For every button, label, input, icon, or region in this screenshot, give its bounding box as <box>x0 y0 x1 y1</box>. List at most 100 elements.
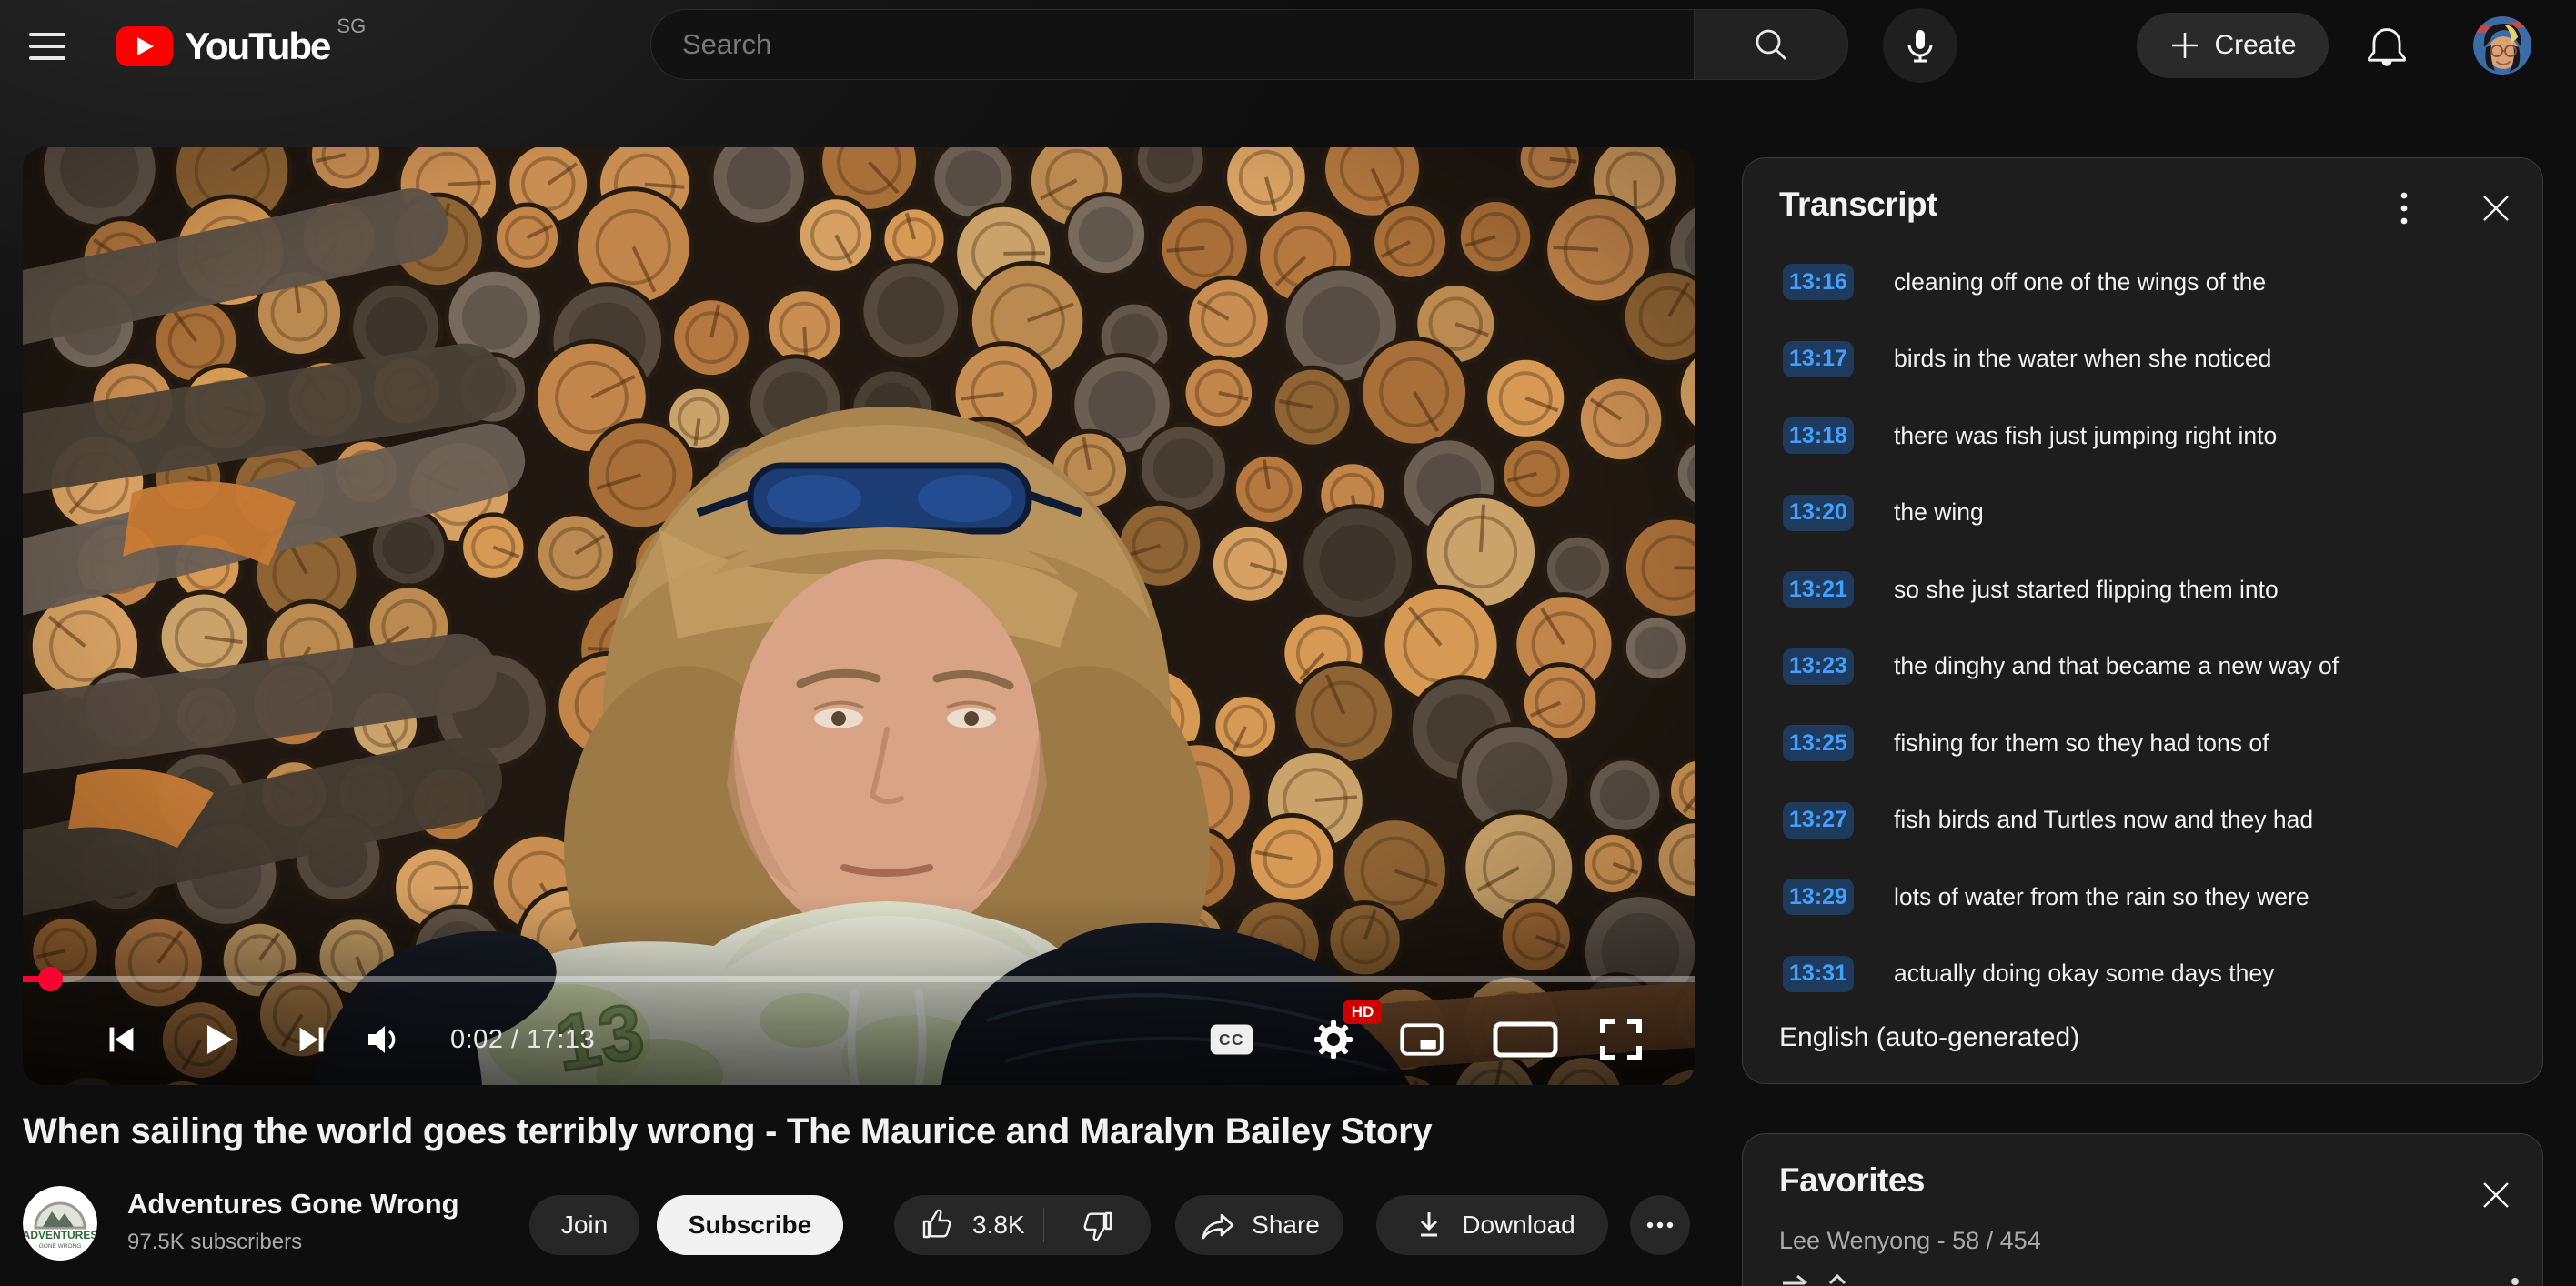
voice-search-button[interactable] <box>1883 8 1957 83</box>
transcript-line[interactable]: 13:16 cleaning off one of the wings of t… <box>1743 244 2542 321</box>
next-button[interactable] <box>290 1018 334 1061</box>
transcript-title: Transcript <box>1779 186 1937 224</box>
like-button[interactable]: 3.8K <box>894 1205 1025 1245</box>
share-button[interactable]: Share <box>1175 1195 1343 1255</box>
download-icon <box>1409 1205 1449 1245</box>
favorites-close-button[interactable] <box>2476 1175 2516 1215</box>
save-arrow-icon <box>1779 1271 1888 1286</box>
bell-icon <box>2363 23 2410 70</box>
favorites-cutoff-icons <box>1779 1271 1961 1286</box>
captions-button[interactable]: CC <box>1210 1018 1253 1061</box>
transcript-text: actually doing okay some days they <box>1894 959 2274 988</box>
youtube-watch-page: YouTube SG Create <box>0 0 2576 1286</box>
transcript-menu-button[interactable] <box>2386 188 2422 228</box>
fullscreen-button[interactable] <box>1595 1018 1646 1061</box>
transcript-language[interactable]: English (auto-generated) <box>1779 1022 2079 1053</box>
miniplayer-button[interactable] <box>1400 1018 1444 1061</box>
transcript-timestamp[interactable]: 13:29 <box>1783 879 1854 915</box>
notifications-button[interactable] <box>2363 23 2410 70</box>
time-display: 0:02 / 17:13 <box>450 1018 595 1061</box>
kebab-icon <box>2399 188 2410 228</box>
skip-next-icon <box>291 1019 333 1060</box>
skip-previous-icon <box>100 1019 142 1060</box>
plus-icon <box>2168 29 2201 62</box>
region-label: SG <box>337 15 366 38</box>
channel-name[interactable]: Adventures Gone Wrong <box>127 1188 459 1221</box>
controls-gradient <box>23 894 1695 1085</box>
transcript-line[interactable]: 13:29 lots of water from the rain so the… <box>1743 859 2542 936</box>
svg-text:ADVENTURES: ADVENTURES <box>23 1229 97 1241</box>
volume-icon <box>361 1018 405 1061</box>
transcript-text: the dinghy and that became a new way of <box>1894 652 2339 680</box>
video-title: When sailing the world goes terribly wro… <box>23 1111 1695 1152</box>
top-bar: YouTube SG Create <box>0 0 2576 92</box>
transcript-text: so she just started flipping them into <box>1894 576 2279 604</box>
transcript-timestamp[interactable]: 13:31 <box>1783 956 1854 992</box>
theater-icon <box>1493 1018 1558 1061</box>
transcript-line[interactable]: 13:21 so she just started flipping them … <box>1743 551 2542 628</box>
favorites-title: Favorites <box>1779 1161 1925 1200</box>
account-avatar[interactable] <box>2473 16 2531 75</box>
download-label: Download <box>1462 1211 1575 1240</box>
join-button[interactable]: Join <box>529 1195 639 1255</box>
dislike-button[interactable] <box>1044 1205 1151 1245</box>
menu-icon[interactable] <box>24 25 71 67</box>
share-label: Share <box>1252 1211 1320 1240</box>
transcript-timestamp[interactable]: 13:27 <box>1783 802 1854 839</box>
mic-icon <box>1898 24 1942 67</box>
fullscreen-icon <box>1595 1014 1646 1065</box>
transcript-line[interactable]: 13:27 fish birds and Turtles now and the… <box>1743 782 2542 859</box>
play-icon <box>196 1018 239 1061</box>
close-icon <box>2480 192 2512 225</box>
progress-bar[interactable] <box>23 976 1695 982</box>
transcript-timestamp[interactable]: 13:21 <box>1783 571 1854 608</box>
download-button[interactable]: Download <box>1376 1195 1608 1255</box>
search-input[interactable] <box>650 9 1694 80</box>
more-actions-button[interactable] <box>1630 1195 1690 1255</box>
play-button[interactable] <box>196 1018 239 1061</box>
previous-button[interactable] <box>99 1018 143 1061</box>
youtube-play-icon <box>116 26 173 66</box>
create-button[interactable]: Create <box>2137 13 2329 78</box>
close-icon <box>2480 1179 2512 1211</box>
transcript-timestamp[interactable]: 13:25 <box>1783 725 1854 761</box>
search-icon <box>1749 23 1793 66</box>
transcript-timestamp[interactable]: 13:20 <box>1783 495 1854 531</box>
like-dislike-group: 3.8K <box>894 1195 1151 1255</box>
transcript-timestamp[interactable]: 13:18 <box>1783 417 1854 454</box>
miniplayer-icon <box>1400 1018 1444 1061</box>
channel-avatar[interactable]: ADVENTURES · GONE WRONG · <box>23 1186 97 1261</box>
transcript-panel: Transcript 13:16 cleaning off one of the… <box>1742 157 2543 1084</box>
subscribe-button[interactable]: Subscribe <box>657 1195 843 1255</box>
thumbs-down-icon <box>1077 1205 1117 1245</box>
transcript-line[interactable]: 13:23 the dinghy and that became a new w… <box>1743 628 2542 706</box>
youtube-logo[interactable]: YouTube SG <box>116 25 366 67</box>
favorites-playlist-info: Lee Wenyong - 58 / 454 <box>1779 1227 2041 1255</box>
transcript-text: birds in the water when she noticed <box>1894 345 2271 373</box>
transcript-line[interactable]: 13:31 actually doing okay some days they <box>1743 936 2542 1013</box>
transcript-line[interactable]: 13:20 the wing <box>1743 475 2542 552</box>
volume-button[interactable] <box>361 1018 405 1061</box>
transcript-timestamp[interactable]: 13:23 <box>1783 648 1854 685</box>
svg-text:· GONE WRONG ·: · GONE WRONG · <box>35 1243 86 1250</box>
theater-mode-button[interactable] <box>1493 1018 1558 1061</box>
thumbs-up-icon <box>918 1205 958 1245</box>
transcript-text: fishing for them so they had tons of <box>1894 729 2269 758</box>
transcript-line[interactable]: 13:18 there was fish just jumping right … <box>1743 397 2542 475</box>
create-label: Create <box>2214 30 2296 61</box>
transcript-close-button[interactable] <box>2476 188 2516 228</box>
favorites-cutoff-dot <box>2511 1278 2519 1285</box>
transcript-line[interactable]: 13:17 birds in the water when she notice… <box>1743 321 2542 398</box>
transcript-timestamp[interactable]: 13:16 <box>1783 264 1854 300</box>
like-count: 3.8K <box>972 1211 1025 1240</box>
transcript-line[interactable]: 13:25 fishing for them so they had tons … <box>1743 705 2542 782</box>
search-button[interactable] <box>1694 9 1848 80</box>
subscriber-count: 97.5K subscribers <box>127 1230 302 1255</box>
transcript-timestamp[interactable]: 13:17 <box>1783 341 1854 377</box>
share-icon <box>1199 1205 1239 1245</box>
settings-button[interactable] <box>1312 1018 1355 1061</box>
transcript-text: fish birds and Turtles now and they had <box>1894 806 2313 834</box>
progress-scrubber[interactable] <box>38 967 63 991</box>
more-icon <box>1644 1209 1676 1241</box>
video-player[interactable]: 13 <box>23 147 1695 1085</box>
